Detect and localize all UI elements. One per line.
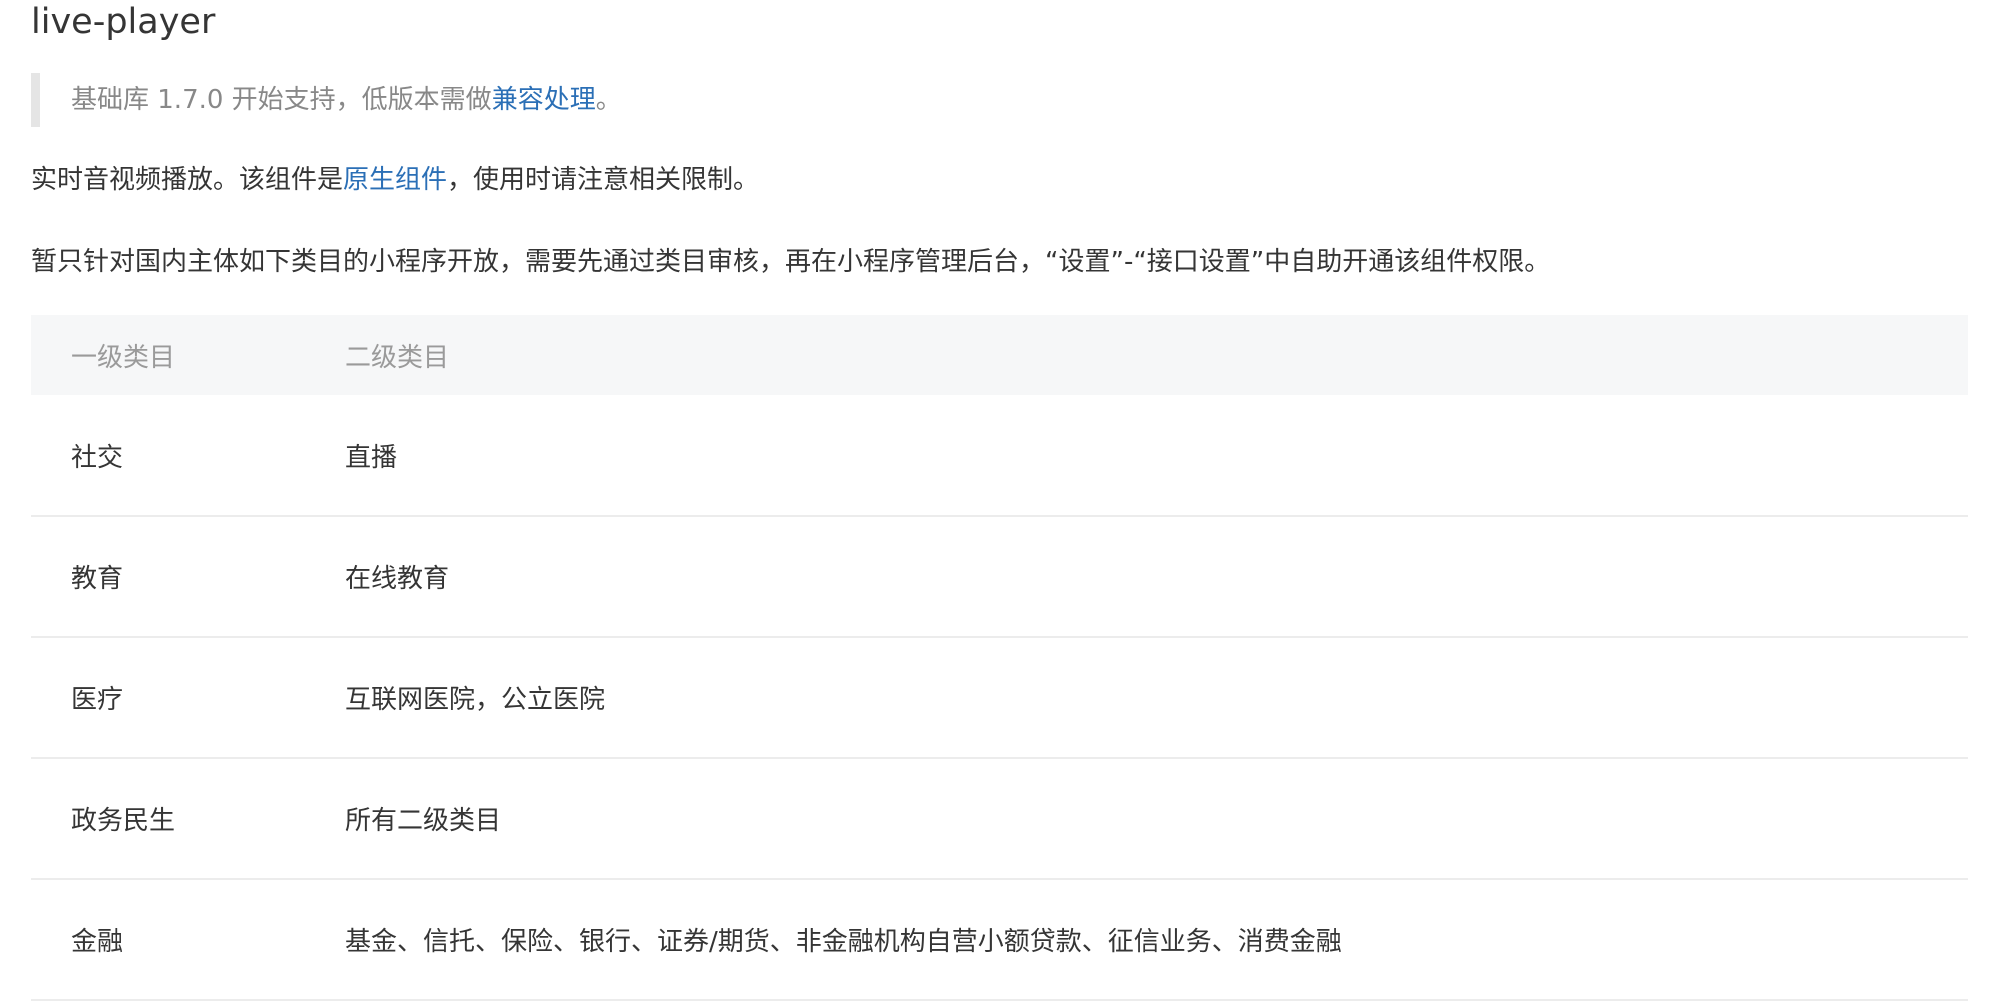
primary-category-cell: 政务民生 <box>71 806 176 836</box>
table-row: 社交 直播 <box>31 395 1968 516</box>
intro-text-suffix: ，使用时请注意相关限制。 <box>447 165 760 195</box>
primary-category-cell: 医疗 <box>71 685 124 715</box>
header-primary-category: 一级类目 <box>71 342 176 373</box>
table-row: 医疗 互联网医院，公立医院 <box>31 637 1968 758</box>
category-restriction-paragraph: 暂只针对国内主体如下类目的小程序开放，需要先通过类目审核，再在小程序管理后台，“… <box>31 247 1551 277</box>
secondary-category-cell: 直播 <box>345 442 398 473</box>
native-component-link[interactable]: 原生组件 <box>343 165 447 195</box>
table-body: 社交 直播 教育 在线教育 医疗 互联网医院，公立医院 政务民生 所有二级类目 … <box>31 395 1968 1000</box>
primary-category-cell: 金融 <box>71 927 124 957</box>
secondary-category-cell: 互联网医院，公立医院 <box>345 685 606 715</box>
primary-category-cell: 教育 <box>71 564 124 594</box>
version-note-text: 基础库 1.7.0 开始支持，低版本需做 <box>71 85 492 115</box>
version-note: 基础库 1.7.0 开始支持，低版本需做兼容处理。 <box>31 73 1031 127</box>
intro-paragraph: 实时音视频播放。该组件是原生组件，使用时请注意相关限制。 <box>31 160 759 200</box>
intro-text: 实时音视频播放。该组件是 <box>31 165 344 195</box>
table-row: 金融 基金、信托、保险、银行、证券/期货、非金融机构自营小额贷款、征信业务、消费… <box>31 879 1968 1000</box>
version-note-suffix: 。 <box>595 85 622 115</box>
header-secondary-category: 二级类目 <box>345 342 450 373</box>
table-row: 政务民生 所有二级类目 <box>31 758 1968 879</box>
compat-handling-link[interactable]: 兼容处理 <box>492 85 596 115</box>
secondary-category-cell: 基金、信托、保险、银行、证券/期货、非金融机构自营小额贷款、征信业务、消费金融 <box>345 927 1342 957</box>
primary-category-cell: 社交 <box>71 442 124 473</box>
table-row: 教育 在线教育 <box>31 516 1968 637</box>
category-table: 一级类目 二级类目 社交 直播 教育 在线教育 医疗 互联网医院，公立医院 政务… <box>31 315 1968 1001</box>
secondary-category-cell: 所有二级类目 <box>345 806 502 836</box>
page-title: live-player <box>31 2 216 42</box>
secondary-category-cell: 在线教育 <box>345 564 450 594</box>
table-header: 一级类目 二级类目 <box>31 315 1968 395</box>
table-header-row: 一级类目 二级类目 <box>31 315 1968 395</box>
